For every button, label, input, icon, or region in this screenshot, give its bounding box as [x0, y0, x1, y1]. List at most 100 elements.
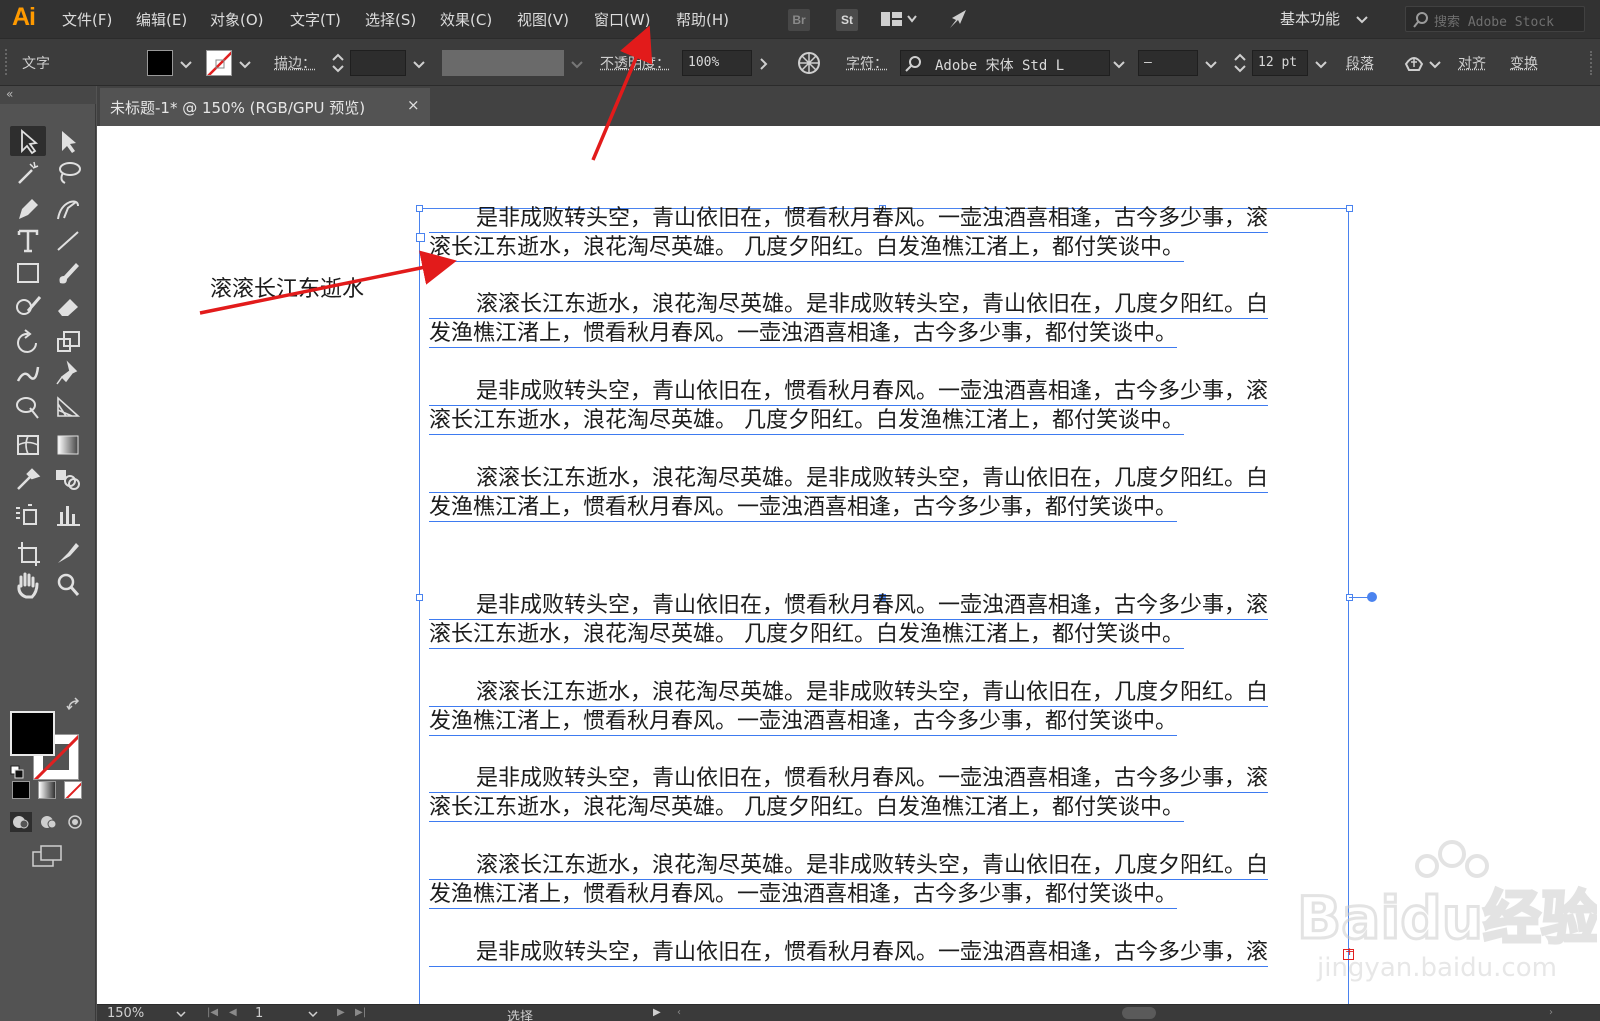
blend-tool[interactable]: [50, 464, 86, 494]
stock-search-field[interactable]: 搜索 Adobe Stock: [1405, 6, 1585, 32]
draw-behind-icon[interactable]: [38, 812, 60, 832]
menu-file[interactable]: 文件(F): [62, 9, 112, 30]
selection-tool[interactable]: [10, 126, 46, 156]
menu-edit[interactable]: 编辑(E): [136, 9, 187, 30]
free-transform-tool[interactable]: [10, 392, 46, 422]
zoom-level[interactable]: 150%: [107, 1006, 144, 1021]
bounding-handle[interactable]: [416, 594, 423, 601]
paragraph[interactable]: 是非成败转头空，青山依旧在，惯看秋月春风。一壶浊酒喜相逢，古今多少事，滚 滚长江东…: [429, 377, 1409, 435]
chevron-down-icon[interactable]: [412, 57, 426, 71]
gpu-performance-icon[interactable]: [946, 6, 972, 32]
font-family-field[interactable]: Adobe 宋体 Std L: [900, 50, 1110, 76]
menu-view[interactable]: 视图(V): [517, 9, 569, 30]
stock-button[interactable]: St: [836, 9, 858, 31]
artboard-canvas[interactable]: 滚滚长江东逝水 是非成败转头空，青山依旧在，惯看秋月春风。一壶浊酒喜相逢，古今多…: [97, 126, 1600, 1004]
gradient-tool[interactable]: [50, 430, 86, 460]
character-label[interactable]: 字符：: [846, 53, 888, 73]
menu-select[interactable]: 选择(S): [365, 9, 416, 30]
mesh-tool[interactable]: [10, 430, 46, 460]
lasso-tool[interactable]: [50, 158, 86, 188]
point-text-object[interactable]: 滚滚长江东逝水: [210, 271, 364, 303]
fill-swatch[interactable]: [147, 50, 173, 76]
draw-inside-icon[interactable]: [64, 812, 86, 832]
puppet-warp-tool[interactable]: [50, 359, 86, 389]
eyedropper-tool[interactable]: [10, 464, 46, 494]
warp-tool[interactable]: [10, 359, 46, 389]
collapse-icon[interactable]: «: [6, 87, 13, 101]
type-tool[interactable]: [10, 226, 46, 256]
in-port-handle[interactable]: [416, 233, 425, 242]
chevron-down-icon[interactable]: [307, 1008, 319, 1020]
chevron-down-icon[interactable]: [1355, 12, 1369, 26]
hand-tool[interactable]: [10, 570, 46, 600]
font-style-field[interactable]: –: [1138, 50, 1198, 76]
horizontal-scrollbar-thumb[interactable]: [1122, 1007, 1156, 1019]
menu-type[interactable]: 文字(T): [290, 9, 341, 30]
artboard-tool[interactable]: [10, 538, 46, 568]
screen-mode-icon[interactable]: [32, 844, 64, 868]
eraser-tool[interactable]: [50, 291, 86, 321]
menu-object[interactable]: 对象(O): [210, 9, 264, 30]
previous-artboard-icon[interactable]: ◀: [229, 1007, 237, 1018]
font-size-field[interactable]: 12 pt: [1252, 50, 1308, 76]
magic-wand-tool[interactable]: [10, 158, 46, 188]
recolor-artwork-icon[interactable]: [797, 51, 821, 75]
stroke-label[interactable]: 描边：: [274, 53, 316, 73]
scale-tool[interactable]: [50, 327, 86, 357]
chevron-down-icon[interactable]: [1112, 57, 1126, 71]
paintbrush-tool[interactable]: [50, 258, 86, 288]
opacity-label[interactable]: 不透明度：: [600, 53, 670, 73]
next-artboard-icon[interactable]: ▶: [337, 1007, 345, 1018]
tools-header[interactable]: «: [0, 86, 96, 104]
menu-window[interactable]: 窗口(W): [594, 9, 651, 30]
chevron-down-icon[interactable]: [1314, 57, 1328, 71]
draw-normal-icon[interactable]: [10, 812, 32, 832]
paragraph[interactable]: 滚滚长江东逝水，浪花淘尽英雄。是非成败转头空，青山依旧在，几度夕阳红。白 发渔樵江…: [429, 464, 1409, 522]
menu-help[interactable]: 帮助(H): [676, 9, 729, 30]
bridge-button[interactable]: Br: [788, 9, 810, 31]
curvature-tool[interactable]: [50, 194, 86, 224]
paragraph[interactable]: 滚滚长江东逝水，浪花淘尽英雄。是非成败转头空，青山依旧在，几度夕阳红。白 发渔樵江…: [429, 851, 1409, 909]
paragraph[interactable]: 是非成败转头空，青山依旧在，惯看秋月春风。一壶浊酒喜相逢，古今多少事，滚 滚长江东…: [429, 764, 1409, 822]
rectangle-tool[interactable]: [10, 258, 46, 288]
align-link[interactable]: 对齐: [1458, 53, 1486, 73]
workspace-switcher[interactable]: 基本功能: [1280, 8, 1340, 29]
paragraph[interactable]: 滚滚长江东逝水，浪花淘尽英雄。是非成败转头空，青山依旧在，几度夕阳红。白 发渔樵江…: [429, 290, 1409, 348]
artboard-number[interactable]: 1: [255, 1006, 263, 1021]
symbol-sprayer-tool[interactable]: [10, 500, 46, 530]
fill-color-swatch[interactable]: [10, 711, 55, 756]
chevron-right-icon[interactable]: [756, 57, 770, 71]
panel-grip[interactable]: [1590, 51, 1596, 75]
bounding-handle[interactable]: [416, 205, 423, 212]
paragraph-link[interactable]: 段落: [1346, 53, 1374, 73]
scroll-right-icon[interactable]: ›: [1549, 1007, 1553, 1018]
transform-link[interactable]: 变换: [1510, 53, 1538, 73]
shape-builder-icon[interactable]: [1402, 50, 1426, 74]
line-segment-tool[interactable]: [50, 226, 86, 256]
chevron-down-icon[interactable]: [179, 57, 193, 71]
gradient-mode-button[interactable]: [38, 781, 56, 799]
chevron-down-icon[interactable]: [1428, 57, 1442, 71]
direct-selection-tool[interactable]: [50, 126, 86, 156]
pen-tool[interactable]: [10, 194, 46, 224]
swap-colors-icon[interactable]: [66, 697, 82, 713]
none-mode-button[interactable]: [64, 781, 82, 799]
paragraph[interactable]: 是非成败转头空，青山依旧在，惯看秋月春风。一壶浊酒喜相逢，古今多少事，滚 滚长江东…: [429, 591, 1409, 649]
opacity-field[interactable]: 100%: [682, 50, 752, 76]
paragraph[interactable]: 是非成败转头空，青山依旧在，惯看秋月春风。一壶浊酒喜相逢，古今多少事，滚: [429, 938, 1409, 967]
chevron-down-icon[interactable]: [1204, 57, 1218, 71]
menu-effect[interactable]: 效果(C): [440, 9, 492, 30]
stepper-icon[interactable]: [330, 50, 346, 76]
status-menu-icon[interactable]: ▶: [653, 1007, 661, 1018]
color-mode-button[interactable]: [12, 781, 30, 799]
stepper-icon[interactable]: [1232, 50, 1248, 76]
first-artboard-icon[interactable]: |◀: [207, 1007, 218, 1018]
rotate-tool[interactable]: [10, 327, 46, 357]
document-tab[interactable]: 未标题-1* @ 150% (RGB/GPU 预览) ×: [100, 88, 430, 126]
last-artboard-icon[interactable]: ▶|: [355, 1007, 366, 1018]
arrange-documents-icon[interactable]: [880, 10, 920, 28]
zoom-tool[interactable]: [50, 570, 86, 600]
default-colors-icon[interactable]: [10, 765, 24, 779]
paragraph[interactable]: 是非成败转头空，青山依旧在，惯看秋月春风。一壶浊酒喜相逢，古今多少事，滚 滚长江东…: [429, 204, 1409, 262]
shaper-tool[interactable]: [10, 291, 46, 321]
